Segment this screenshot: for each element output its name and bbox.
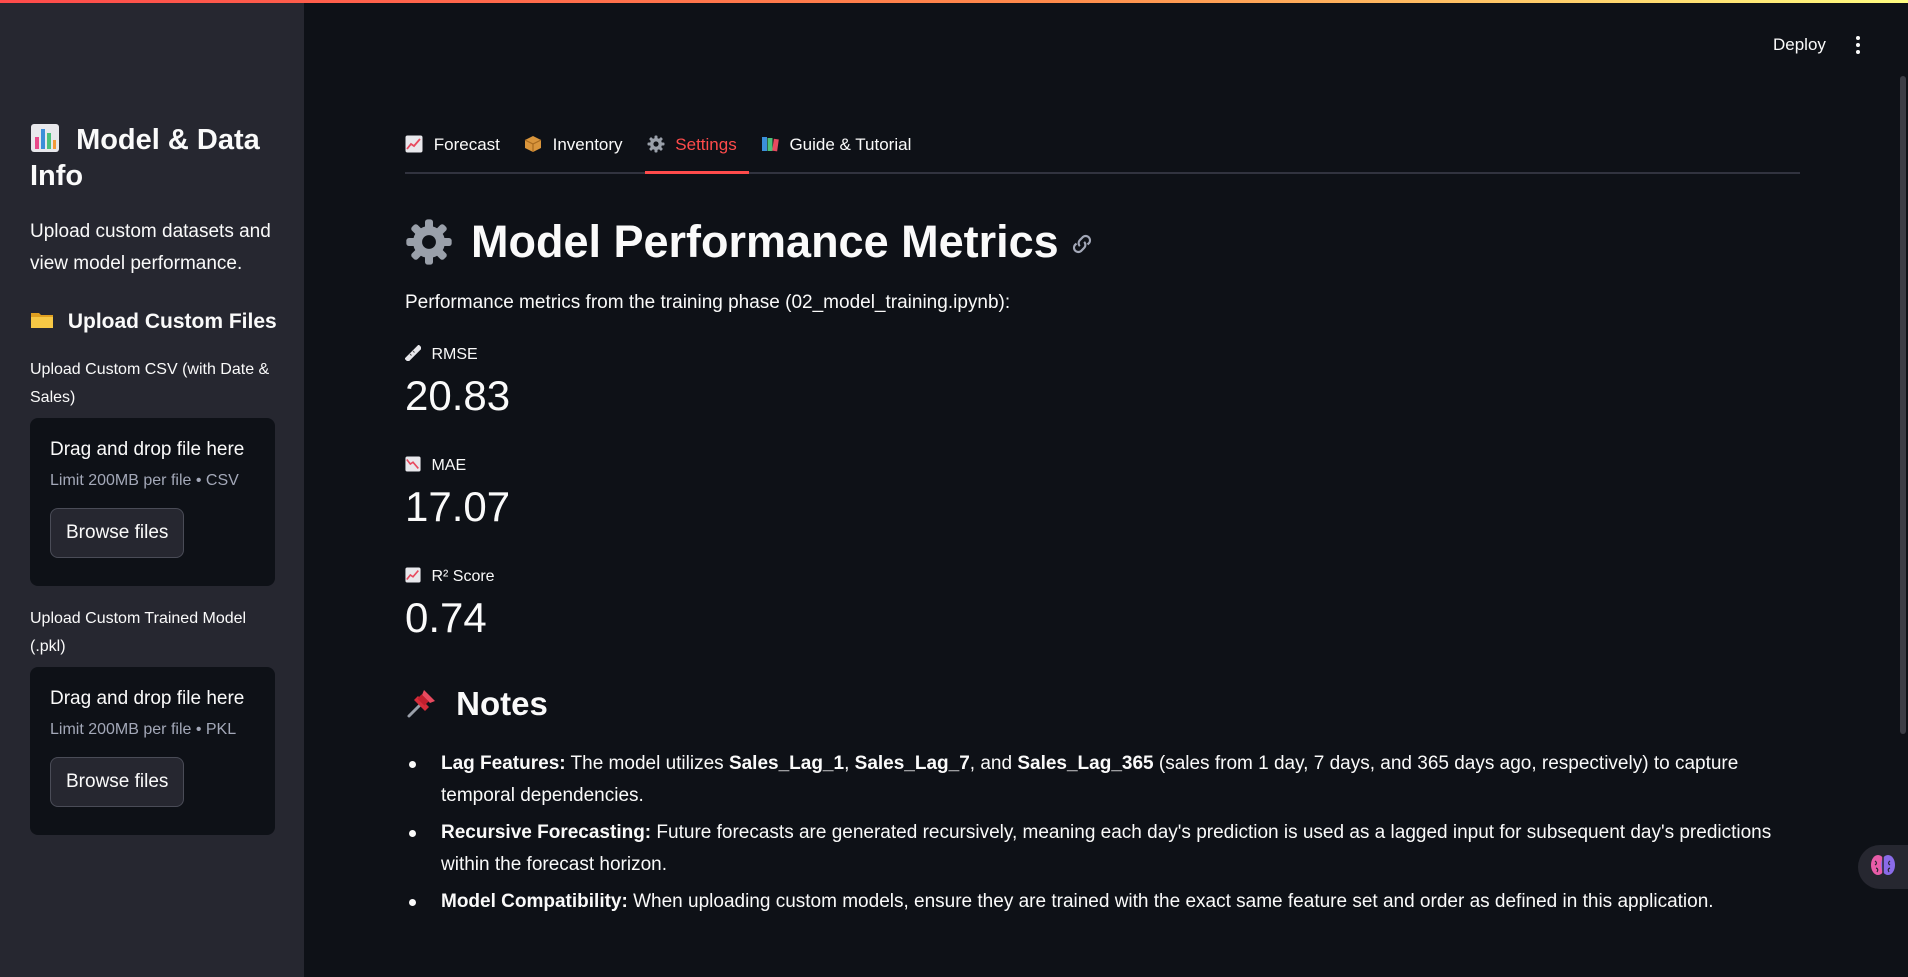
tab-inventory[interactable]: Inventory <box>524 130 635 172</box>
page-title: Model Performance Metrics <box>405 212 1095 272</box>
csv-browse-files-button[interactable]: Browse files <box>50 508 185 558</box>
notes-list: Lag Features: The model utilizes Sales_L… <box>405 748 1800 923</box>
pushpin-icon <box>405 685 456 722</box>
upload-section-heading: Upload Custom Files <box>30 308 277 336</box>
metric-label: R² Score <box>405 566 495 588</box>
metrics-description: Performance metrics from the training ph… <box>405 292 1011 313</box>
list-item: Model Compatibility: When uploading cust… <box>405 886 1800 918</box>
metric-mae: MAE 17.07 <box>405 455 510 535</box>
model-upload-label: Upload Custom Trained Model (.pkl) <box>30 610 247 655</box>
notes-heading: Notes <box>405 682 548 726</box>
link-icon[interactable] <box>1059 212 1095 272</box>
notes-heading-text: Notes <box>456 685 548 722</box>
metric-rmse: RMSE 20.83 <box>404 344 511 424</box>
model-browse-files-button[interactable]: Browse files <box>50 757 185 807</box>
metric-label: RMSE <box>404 344 510 366</box>
top-decoration-stripe <box>0 0 1908 3</box>
scrollbar[interactable] <box>1900 76 1906 734</box>
model-dropzone-text: Drag and drop file here <box>50 688 245 709</box>
metric-label: MAE <box>405 455 510 477</box>
model-dropzone[interactable]: Drag and drop file here Limit 200MB per … <box>30 667 275 835</box>
tab-forecast[interactable]: Forecast <box>405 130 512 172</box>
chart-up-icon <box>405 567 425 585</box>
metric-value: 20.83 <box>405 372 511 419</box>
tab-forecast-label: Forecast <box>433 135 500 154</box>
sidebar: Model & Data Info Upload custom datasets… <box>0 0 304 977</box>
kebab-menu-icon[interactable] <box>1855 36 1861 56</box>
package-icon <box>524 135 547 154</box>
brain-icon <box>1870 853 1896 882</box>
metric-label-text: RMSE <box>431 346 478 363</box>
ruler-icon <box>404 344 425 363</box>
list-item: Lag Features: The model utilizes Sales_L… <box>405 748 1800 812</box>
sidebar-title: Model & Data Info <box>30 122 280 194</box>
metric-value: 0.74 <box>405 594 487 641</box>
chart-down-icon <box>405 456 425 474</box>
folder-icon <box>30 310 68 333</box>
csv-upload-label: Upload Custom CSV (with Date & Sales) <box>30 361 270 406</box>
metric-label-text: MAE <box>431 457 467 474</box>
tab-guide[interactable]: Guide & Tutorial <box>761 130 924 172</box>
gear-icon <box>405 218 453 266</box>
model-dropzone-limit: Limit 200MB per file • PKL <box>50 721 237 738</box>
tab-settings-label: Settings <box>675 135 737 154</box>
sidebar-description: Upload custom datasets and view model pe… <box>30 221 271 274</box>
gear-icon <box>647 135 670 154</box>
tab-bar: Forecast Inventory Settings Guide & Tuto… <box>405 130 1800 174</box>
csv-dropzone-limit: Limit 200MB per file • CSV <box>50 472 239 489</box>
list-item: Recursive Forecasting: Future forecasts … <box>405 817 1800 881</box>
page-title-text: Model Performance Metrics <box>471 216 1059 267</box>
tab-guide-label: Guide & Tutorial <box>789 135 912 154</box>
upload-section-heading-text: Upload Custom Files <box>67 310 277 333</box>
metric-value: 17.07 <box>405 483 511 530</box>
chart-up-icon <box>405 135 428 154</box>
deploy-button[interactable]: Deploy <box>1773 34 1826 56</box>
csv-dropzone[interactable]: Drag and drop file here Limit 200MB per … <box>30 418 275 586</box>
floating-assistant-button[interactable] <box>1858 845 1908 889</box>
metric-label-text: R² Score <box>431 568 495 585</box>
tab-settings[interactable]: Settings <box>644 130 749 174</box>
csv-dropzone-text: Drag and drop file here <box>50 439 245 460</box>
metric-r2: R² Score 0.74 <box>405 566 495 646</box>
tab-inventory-label: Inventory <box>552 135 623 154</box>
books-icon <box>761 135 784 154</box>
bar-chart-icon <box>30 124 76 156</box>
